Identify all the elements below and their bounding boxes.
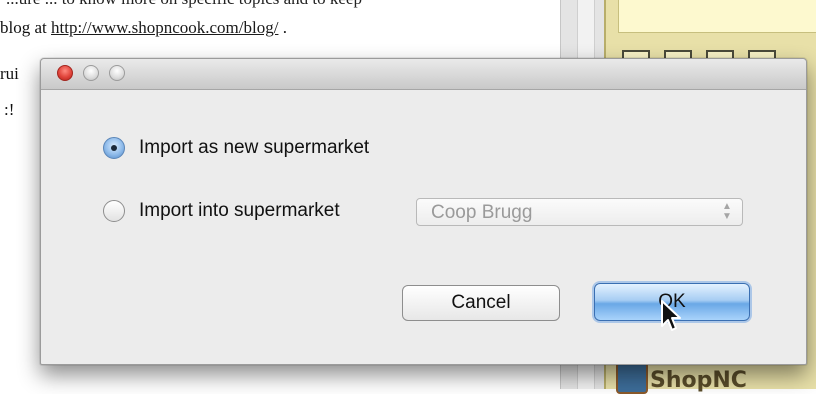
background-text-top: ...ure ... to know more on specific topi… (6, 0, 362, 9)
side-panel-box (618, 0, 816, 33)
minimize-icon[interactable] (83, 65, 99, 81)
background-blog-line: blog at http://www.shopncook.com/blog/ . (0, 18, 287, 38)
option-import-into-label: Import into supermarket (139, 200, 340, 221)
option-import-new-label: Import as new supermarket (139, 137, 370, 158)
background-text-rui: rui (0, 64, 19, 83)
zoom-icon[interactable] (109, 65, 125, 81)
mouse-pointer-icon (661, 300, 681, 331)
import-dialog: Import as new supermarket Import into su… (40, 58, 807, 365)
shopncook-logo-icon (616, 362, 648, 394)
blog-prefix: blog at (0, 18, 47, 37)
radio-import-new[interactable] (103, 137, 125, 159)
blog-suffix: . (282, 18, 287, 37)
background-text-excl: :! (4, 100, 15, 119)
dialog-titlebar[interactable] (41, 59, 806, 90)
supermarket-select[interactable]: Coop Brugg ▲ ▼ (416, 198, 743, 226)
side-panel-brand: ShopNC (650, 368, 747, 393)
select-arrows-icon: ▲ ▼ (722, 201, 732, 222)
option-import-new[interactable]: Import as new supermarket (103, 137, 369, 159)
radio-import-into[interactable] (103, 200, 125, 222)
blog-link[interactable]: http://www.shopncook.com/blog/ (51, 18, 278, 37)
supermarket-select-value: Coop Brugg (431, 202, 533, 223)
option-import-into[interactable]: Import into supermarket (103, 200, 340, 222)
close-icon[interactable] (57, 65, 73, 81)
cancel-button[interactable]: Cancel (402, 285, 560, 321)
